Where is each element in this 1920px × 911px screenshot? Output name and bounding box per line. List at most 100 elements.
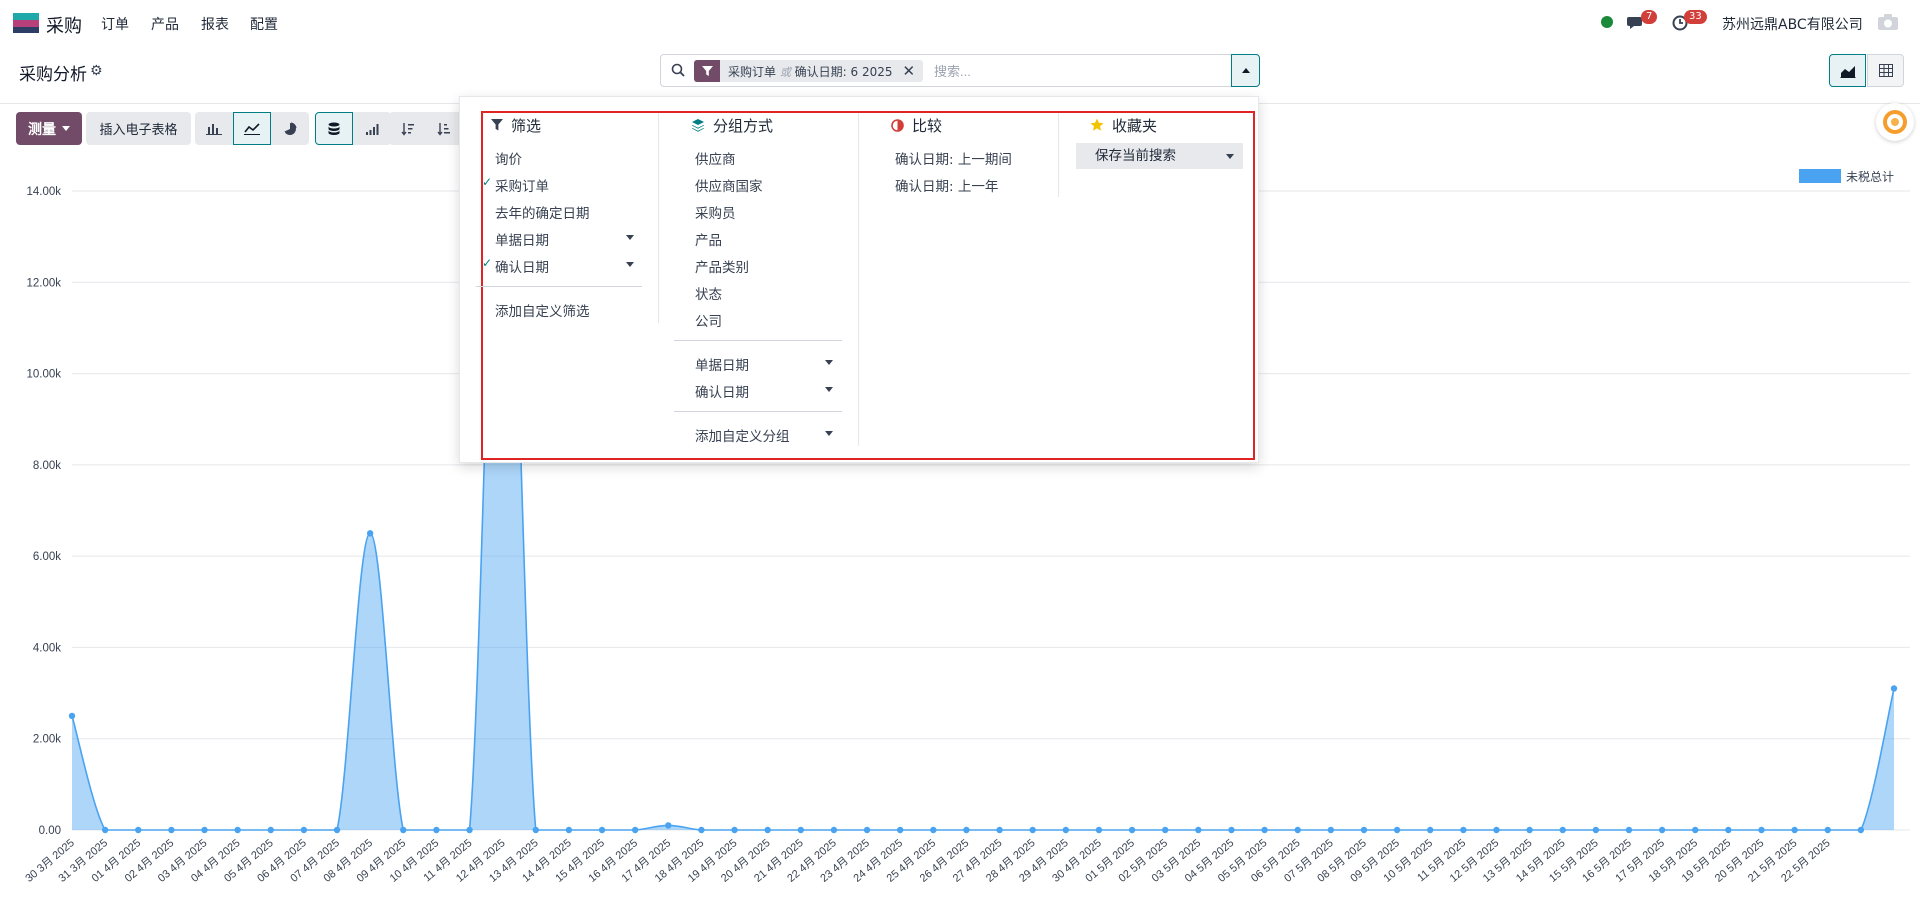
bar-chart-button[interactable] bbox=[195, 112, 233, 145]
measure-dropdown-button[interactable]: 测量 bbox=[16, 112, 82, 145]
data-point bbox=[1460, 826, 1467, 834]
caret-down-icon[interactable] bbox=[825, 387, 833, 392]
data-point bbox=[234, 826, 241, 834]
data-point bbox=[1095, 826, 1103, 834]
y-tick-label: 14.00k bbox=[26, 186, 61, 198]
caret-down-icon bbox=[62, 126, 70, 131]
data-point bbox=[665, 822, 672, 829]
data-point bbox=[400, 826, 407, 834]
gear-icon[interactable]: ⚙ bbox=[90, 63, 103, 79]
data-point bbox=[1360, 826, 1368, 834]
data-point bbox=[1062, 826, 1070, 834]
filter-rfq[interactable]: 询价 bbox=[495, 148, 522, 168]
facet-value-purchase-order: 采购订单 bbox=[728, 64, 777, 79]
add-custom-filter[interactable]: 添加自定义筛选 bbox=[495, 300, 590, 320]
groupby-product[interactable]: 产品 bbox=[695, 229, 722, 249]
save-current-search-label: 保存当前搜索 bbox=[1095, 148, 1176, 164]
filter-order-date[interactable]: 单据日期 bbox=[495, 229, 549, 249]
groupby-status[interactable]: 状态 bbox=[695, 283, 722, 303]
groupby-divider-2 bbox=[674, 411, 842, 412]
caret-down-icon[interactable] bbox=[1226, 154, 1234, 159]
pivot-view-button[interactable] bbox=[1867, 54, 1904, 87]
search-panel-toggle-button[interactable] bbox=[1231, 54, 1260, 87]
legend-swatch[interactable] bbox=[1799, 169, 1841, 183]
menu-configuration[interactable]: 配置 bbox=[250, 14, 278, 34]
comparison-column: 比较 bbox=[891, 112, 942, 138]
sort-descending-button[interactable] bbox=[389, 112, 427, 145]
data-point bbox=[1393, 826, 1401, 834]
data-point bbox=[963, 826, 970, 834]
groupby-product-category[interactable]: 产品类别 bbox=[695, 256, 749, 276]
groupby-company[interactable]: 公司 bbox=[695, 310, 722, 330]
groupby-order-date[interactable]: 单据日期 bbox=[695, 354, 749, 374]
insert-spreadsheet-button[interactable]: 插入电子表格 bbox=[86, 112, 191, 145]
compare-previous-period[interactable]: 确认日期: 上一期间 bbox=[895, 148, 1012, 168]
caret-down-icon[interactable] bbox=[825, 360, 833, 365]
data-point bbox=[1658, 826, 1666, 834]
assistant-bubble-icon[interactable] bbox=[1876, 103, 1914, 141]
data-point bbox=[1195, 826, 1202, 834]
filter-last-year-confirm-date[interactable]: 去年的确定日期 bbox=[495, 202, 590, 222]
caret-down-icon[interactable] bbox=[626, 235, 634, 240]
menu-orders[interactable]: 订单 bbox=[101, 14, 129, 34]
menu-reporting[interactable]: 报表 bbox=[201, 14, 229, 34]
table-icon bbox=[1878, 64, 1893, 77]
add-custom-group[interactable]: 添加自定义分组 bbox=[695, 425, 790, 445]
filter-purchase-order[interactable]: 采购订单 bbox=[482, 175, 549, 195]
data-point bbox=[333, 826, 341, 834]
search-icon bbox=[671, 63, 685, 77]
caret-down-icon[interactable] bbox=[825, 431, 833, 436]
data-point bbox=[366, 530, 374, 537]
data-point bbox=[1327, 826, 1335, 834]
data-point bbox=[797, 826, 804, 834]
y-tick-label: 12.00k bbox=[26, 277, 61, 289]
caret-up-icon bbox=[1241, 68, 1250, 73]
save-current-search-button[interactable]: 保存当前搜索 bbox=[1076, 143, 1243, 169]
signal-bars-icon bbox=[366, 123, 379, 135]
data-point bbox=[433, 826, 440, 834]
data-point bbox=[930, 826, 937, 834]
data-point bbox=[830, 826, 838, 834]
filters-title: 筛选 bbox=[511, 116, 542, 135]
database-stack-icon bbox=[328, 122, 340, 135]
groupby-confirm-date[interactable]: 确认日期 bbox=[695, 381, 749, 401]
data-point bbox=[1625, 826, 1633, 834]
groupby-buyer[interactable]: 采购员 bbox=[695, 202, 736, 222]
data-point bbox=[1857, 826, 1865, 834]
y-tick-label: 10.00k bbox=[26, 369, 61, 381]
facet-remove-icon[interactable]: ✕ bbox=[901, 62, 924, 80]
data-point bbox=[1791, 826, 1798, 834]
filter-confirm-date[interactable]: 确认日期 bbox=[482, 256, 549, 276]
groupby-vendor-country[interactable]: 供应商国家 bbox=[695, 175, 763, 195]
purchase-app-icon[interactable] bbox=[13, 13, 39, 33]
data-point bbox=[731, 826, 738, 834]
company-switcher[interactable]: 苏州远鼎ABC有限公司 bbox=[1722, 14, 1863, 34]
cumulative-button[interactable] bbox=[353, 112, 391, 145]
groupby-vendor[interactable]: 供应商 bbox=[695, 148, 736, 168]
data-point bbox=[466, 826, 473, 834]
column-divider bbox=[658, 113, 659, 323]
graph-view-button[interactable] bbox=[1829, 54, 1866, 87]
pie-chart-button[interactable] bbox=[271, 112, 309, 145]
y-tick-label: 6.00k bbox=[33, 551, 61, 563]
groupby-divider bbox=[674, 340, 842, 341]
sort-ascending-button[interactable] bbox=[427, 112, 461, 145]
menu-products[interactable]: 产品 bbox=[151, 14, 179, 34]
activities-badge: 33 bbox=[1684, 10, 1707, 24]
search-input[interactable] bbox=[934, 61, 1194, 81]
data-point bbox=[1261, 826, 1268, 834]
measure-label: 测量 bbox=[28, 121, 56, 138]
status-dot-icon[interactable] bbox=[1601, 16, 1613, 28]
line-chart-button[interactable] bbox=[233, 112, 271, 145]
data-point bbox=[565, 826, 573, 834]
caret-down-icon[interactable] bbox=[626, 262, 634, 267]
user-avatar-icon[interactable] bbox=[1877, 13, 1899, 31]
area-chart-icon bbox=[1840, 65, 1855, 78]
stacked-button[interactable] bbox=[315, 112, 353, 145]
app-name[interactable]: 采购 bbox=[46, 12, 82, 38]
compare-previous-year[interactable]: 确认日期: 上一年 bbox=[895, 175, 998, 195]
y-tick-label: 8.00k bbox=[33, 460, 61, 472]
line-chart-icon bbox=[244, 123, 260, 135]
data-point bbox=[201, 826, 208, 834]
legend-label[interactable]: 未税总计 bbox=[1846, 168, 1894, 185]
